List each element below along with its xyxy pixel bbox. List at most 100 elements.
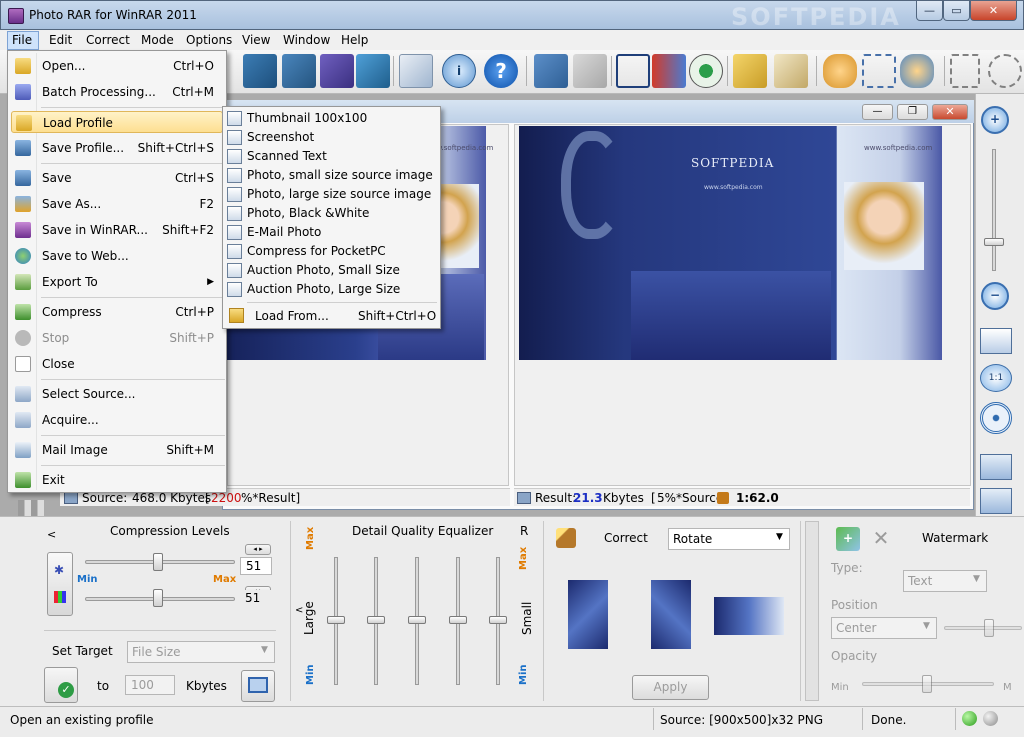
profile-photo-small[interactable]: Photo, small size source image <box>225 166 439 185</box>
profile-photo-large[interactable]: Photo, large size source image <box>225 185 439 204</box>
resize-icon[interactable] <box>652 54 686 88</box>
zoom-hand-icon[interactable] <box>900 54 934 88</box>
menu-mode[interactable]: Mode <box>137 32 178 49</box>
remove-watermark-icon[interactable]: ✕ <box>869 527 893 551</box>
compression-lt[interactable]: < <box>47 528 56 541</box>
eq-band-3-thumb[interactable] <box>408 616 426 624</box>
menu-batch-processing[interactable]: Batch Processing... Ctrl+M <box>11 81 223 103</box>
profile-load-from[interactable]: Load From... Shift+Ctrl+O <box>225 306 439 326</box>
menu-edit[interactable]: Edit <box>45 32 76 49</box>
rotate-right-thumb[interactable] <box>651 580 691 649</box>
apply-correct-button[interactable]: Apply <box>632 675 709 700</box>
watermark-opacity-thumb[interactable] <box>922 675 932 693</box>
compression-1-value[interactable]: 51 <box>240 557 272 575</box>
profile-scanned-text[interactable]: Scanned Text <box>225 147 439 166</box>
target-type-select[interactable]: File Size <box>127 641 275 663</box>
menu-file[interactable]: File <box>7 31 39 50</box>
eq-band-5-thumb[interactable] <box>489 616 507 624</box>
layout-split-icon[interactable] <box>980 454 1012 480</box>
zoom-in-icon[interactable]: + <box>981 106 1009 134</box>
menu-stop[interactable]: Stop Shift+P <box>11 327 223 349</box>
eq-band-2-thumb[interactable] <box>367 616 385 624</box>
batch-toolbar-icon[interactable] <box>320 54 354 88</box>
correct-action-chevron-down-icon[interactable]: ▼ <box>776 532 783 542</box>
crop-icon[interactable] <box>616 54 650 88</box>
menu-help[interactable]: Help <box>337 32 372 49</box>
help-icon[interactable]: ? <box>484 54 518 88</box>
ellipse-select-icon[interactable] <box>988 54 1022 88</box>
web-toolbar-icon[interactable] <box>356 54 390 88</box>
menu-select-source[interactable]: Select Source... <box>11 383 223 405</box>
menu-exit[interactable]: Exit <box>11 469 223 491</box>
zoom-out-icon[interactable]: − <box>981 282 1009 310</box>
menu-mail-image[interactable]: Mail Image Shift+M <box>11 439 223 461</box>
menu-save-as[interactable]: Save As... F2 <box>11 193 223 215</box>
watermark-type-chevron-down-icon[interactable]: ▼ <box>973 574 980 584</box>
watermark-size-slider[interactable] <box>944 626 1022 630</box>
menu-export-to[interactable]: Export To ▶ <box>11 271 223 293</box>
watermark-position-chevron-down-icon[interactable]: ▼ <box>923 621 930 631</box>
preview-eye-icon[interactable] <box>689 54 723 88</box>
zoom-slider-thumb[interactable] <box>984 238 1004 246</box>
actual-size-icon[interactable]: 1:1 <box>980 364 1012 392</box>
doc-restore-button[interactable]: ❐ <box>897 104 928 120</box>
target-value-input[interactable]: 100 <box>125 675 175 695</box>
info-icon[interactable]: i <box>442 54 476 88</box>
compression-1-step[interactable]: ◂ ▸ <box>245 544 271 555</box>
profile-auction-large[interactable]: Auction Photo, Large Size <box>225 280 439 299</box>
menu-acquire[interactable]: Acquire... <box>11 409 223 431</box>
flip-thumb[interactable] <box>714 597 784 635</box>
menu-close[interactable]: Close <box>11 353 223 375</box>
equalizer-reset-label[interactable]: R <box>520 524 528 538</box>
fit-window-icon[interactable] <box>980 328 1012 354</box>
menu-save-in-winrar[interactable]: Save in WinRAR... Shift+F2 <box>11 219 223 241</box>
profile-photo-bw[interactable]: Photo, Black &White <box>225 204 439 223</box>
watermark-size-thumb[interactable] <box>984 619 994 637</box>
minimize-button[interactable]: — <box>916 1 943 21</box>
edit-note-2-icon[interactable] <box>774 54 808 88</box>
center-target-icon[interactable] <box>980 402 1012 434</box>
menu-correct[interactable]: Correct <box>82 32 134 49</box>
menu-view[interactable]: View <box>238 32 274 49</box>
compression-mode-button[interactable]: ✱ <box>47 552 73 616</box>
hand-pan-icon[interactable] <box>823 54 857 88</box>
menu-options[interactable]: Options <box>182 32 236 49</box>
profile-pocketpc[interactable]: Compress for PocketPC <box>225 242 439 261</box>
zoom-slider-track[interactable] <box>992 149 996 271</box>
doc-close-button[interactable]: ✕ <box>932 104 968 120</box>
profile-thumbnail[interactable]: Thumbnail 100x100 <box>225 109 439 128</box>
doc-minimize-button[interactable]: — <box>862 104 893 120</box>
compression-2-value[interactable]: 51 <box>240 590 272 608</box>
eq-band-4-thumb[interactable] <box>449 616 467 624</box>
compression-slider-1-thumb[interactable] <box>153 553 163 571</box>
menu-save[interactable]: Save Ctrl+S <box>11 167 223 189</box>
menu-open[interactable]: Open... Ctrl+O <box>11 55 223 77</box>
apply-target-button[interactable]: ✓ <box>44 667 78 703</box>
magic-wand-icon[interactable] <box>556 528 576 548</box>
save-as-toolbar-icon[interactable] <box>282 54 316 88</box>
target-measure-button[interactable] <box>241 670 275 702</box>
menu-save-profile[interactable]: Save Profile... Shift+Ctrl+S <box>11 137 223 159</box>
correct-action-select[interactable]: Rotate <box>668 528 790 550</box>
target-type-chevron-down-icon[interactable]: ▼ <box>261 645 268 655</box>
close-button[interactable]: ✕ <box>970 1 1017 21</box>
select-arrow-icon[interactable] <box>862 54 896 88</box>
eq-band-1-thumb[interactable] <box>327 616 345 624</box>
menu-window[interactable]: Window <box>279 32 334 49</box>
menu-compress[interactable]: Compress Ctrl+P <box>11 301 223 323</box>
rotate-left-thumb[interactable] <box>568 580 608 649</box>
profile-auction-small[interactable]: Auction Photo, Small Size <box>225 261 439 280</box>
profile-screenshot[interactable]: Screenshot <box>225 128 439 147</box>
compression-slider-2-thumb[interactable] <box>153 589 163 607</box>
layout-stack-icon[interactable] <box>980 488 1012 514</box>
add-watermark-icon[interactable]: + <box>836 527 860 551</box>
rect-select-icon[interactable] <box>950 54 980 88</box>
menu-save-to-web[interactable]: Save to Web... <box>11 245 223 267</box>
save-toolbar-icon[interactable] <box>243 54 277 88</box>
profile-email-photo[interactable]: E-Mail Photo <box>225 223 439 242</box>
maximize-button[interactable]: ▭ <box>943 1 970 21</box>
left-panel-toggle-icon[interactable] <box>18 500 44 516</box>
mail-toolbar-icon[interactable] <box>399 54 433 88</box>
menu-load-profile[interactable]: Load Profile <box>11 111 223 133</box>
paste-toolbar-icon[interactable] <box>573 54 607 88</box>
